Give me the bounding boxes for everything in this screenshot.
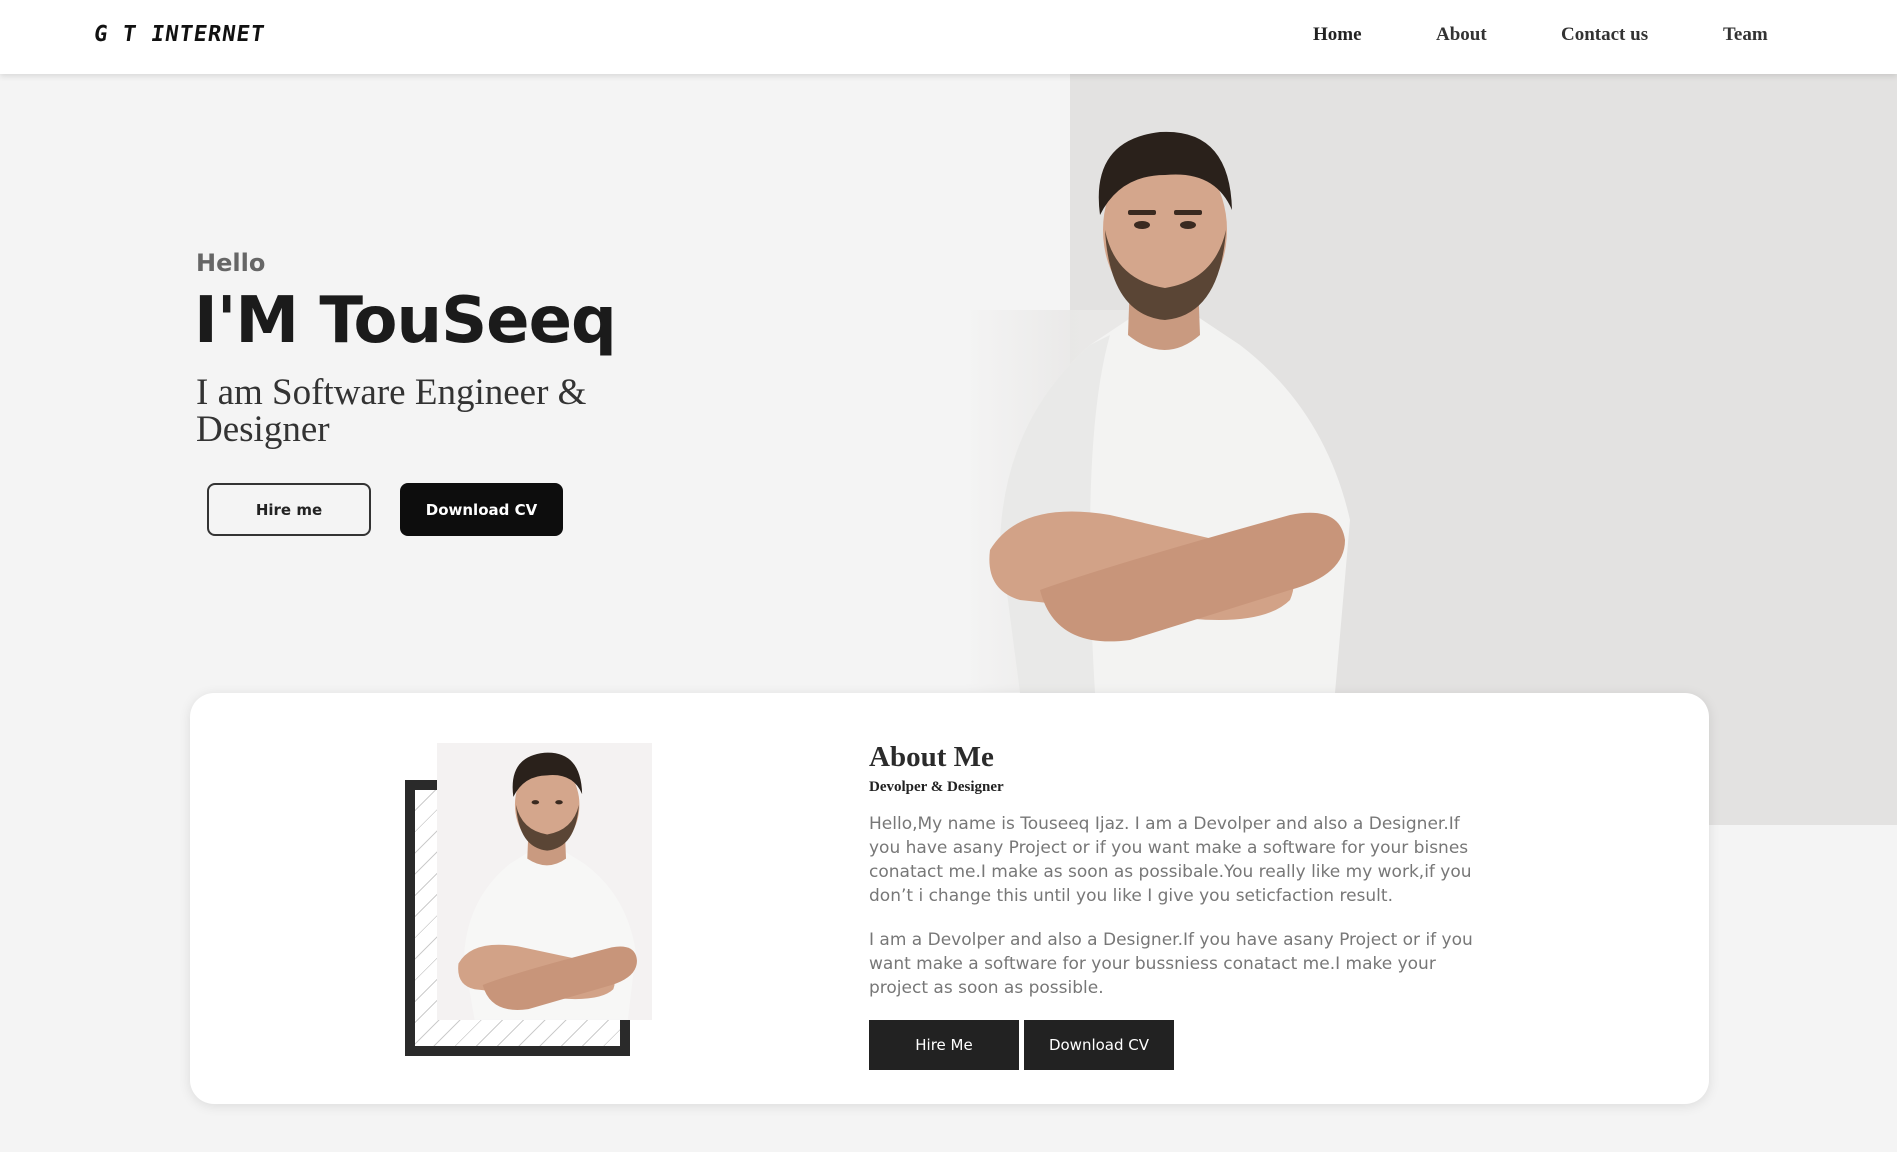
hero-portrait	[960, 120, 1360, 693]
download-cv-button[interactable]: Download CV	[400, 483, 563, 536]
about-photo	[437, 743, 652, 1020]
hero-greeting: Hello	[196, 249, 266, 277]
hero-name: I'M TouSeeq	[194, 284, 617, 358]
about-paragraph-1: Hello,My name is Touseeq Ijaz. I am a De…	[869, 814, 1472, 906]
nav-contact[interactable]: Contact us	[1561, 24, 1648, 46]
about-card: About Me Devolper & Designer Hello,My na…	[190, 693, 1709, 1104]
about-subtitle: Devolper & Designer	[869, 779, 1004, 795]
hire-me-button[interactable]: Hire me	[207, 483, 371, 536]
hero-subtitle: I am Software Engineer & Designer	[196, 372, 587, 450]
nav-about[interactable]: About	[1436, 24, 1487, 46]
top-header: G T INTERNET Home About Contact us Team	[0, 0, 1897, 74]
nav-team[interactable]: Team	[1723, 24, 1768, 46]
about-hire-me-button[interactable]: Hire Me	[869, 1020, 1019, 1070]
about-paragraph-2: I am a Devolper and also a Designer.If y…	[869, 930, 1473, 998]
person-photo-icon	[989, 131, 1350, 693]
site-logo[interactable]: G T INTERNET	[92, 22, 266, 47]
about-title: About Me	[869, 741, 994, 773]
about-download-cv-button[interactable]: Download CV	[1024, 1020, 1174, 1070]
photo-frame-bottom	[405, 1046, 630, 1056]
nav-home[interactable]: Home	[1313, 24, 1362, 46]
person-photo-icon	[458, 752, 637, 1020]
photo-frame-right	[620, 1019, 630, 1056]
